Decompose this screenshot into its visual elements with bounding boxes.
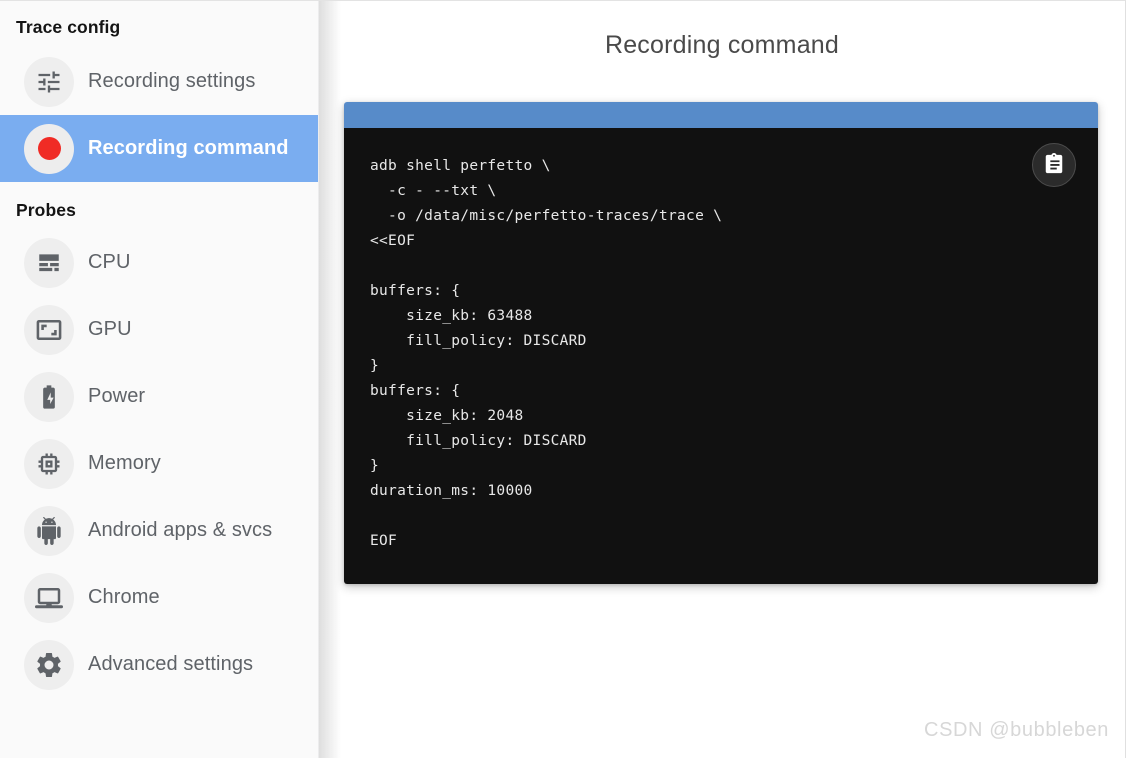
sidebar-item-chrome[interactable]: Chrome <box>0 564 318 631</box>
sidebar-item-cpu[interactable]: CPU <box>0 229 318 296</box>
main-content: Recording command adb shell perfetto \ -… <box>319 1 1125 758</box>
sidebar-item-android-apps-svcs[interactable]: Android apps & svcs <box>0 497 318 564</box>
sidebar-item-power[interactable]: Power <box>0 363 318 430</box>
sidebar: Trace config Recording settings Recordin… <box>0 1 319 758</box>
tune-icon <box>24 56 74 107</box>
sidebar-item-label: Memory <box>88 452 161 474</box>
watermark: CSDN @bubbleben <box>924 719 1109 741</box>
record-dot <box>37 137 61 160</box>
sidebar-item-label: Advanced settings <box>88 653 254 675</box>
gpu-icon <box>24 304 74 355</box>
recording-command-card: adb shell perfetto \ -c - --txt \ -o /da… <box>344 102 1098 584</box>
sidebar-section-probes: Probes <box>16 200 76 220</box>
code-body: adb shell perfetto \ -c - --txt \ -o /da… <box>344 128 1098 584</box>
sidebar-nav-list: Recording settings Recording command <box>0 48 318 182</box>
page-title: Recording command <box>604 31 840 59</box>
sidebar-item-label: Android apps & svcs <box>88 519 273 541</box>
perfetto-record-page: Trace config Recording settings Recordin… <box>0 0 1126 758</box>
battery-charging-icon <box>24 371 74 422</box>
sidebar-probe-list: CPU GPU Power Memory Android apps & svcs… <box>0 229 318 698</box>
sidebar-item-recording-settings[interactable]: Recording settings <box>0 48 318 115</box>
cpu-icon <box>24 237 74 288</box>
sidebar-item-label: Recording command <box>88 137 289 159</box>
sidebar-section-trace-config: Trace config <box>16 17 121 37</box>
sidebar-item-label: Power <box>88 385 146 407</box>
clipboard-icon <box>1043 152 1065 178</box>
gear-icon <box>24 639 74 690</box>
record-icon <box>24 123 74 174</box>
card-accent-bar <box>344 102 1098 128</box>
copy-to-clipboard-button[interactable] <box>1032 143 1076 187</box>
sidebar-item-memory[interactable]: Memory <box>0 430 318 497</box>
sidebar-item-gpu[interactable]: GPU <box>0 296 318 363</box>
recording-command-text: adb shell perfetto \ -c - --txt \ -o /da… <box>370 158 723 549</box>
sidebar-item-label: CPU <box>88 251 131 273</box>
android-icon <box>24 505 74 556</box>
memory-chip-icon <box>24 438 74 489</box>
sidebar-item-advanced-settings[interactable]: Advanced settings <box>0 631 318 698</box>
sidebar-item-recording-command[interactable]: Recording command <box>0 115 318 182</box>
laptop-icon <box>24 572 74 623</box>
sidebar-item-label: Chrome <box>88 586 160 608</box>
sidebar-item-label: GPU <box>88 318 132 340</box>
sidebar-item-label: Recording settings <box>88 70 256 92</box>
